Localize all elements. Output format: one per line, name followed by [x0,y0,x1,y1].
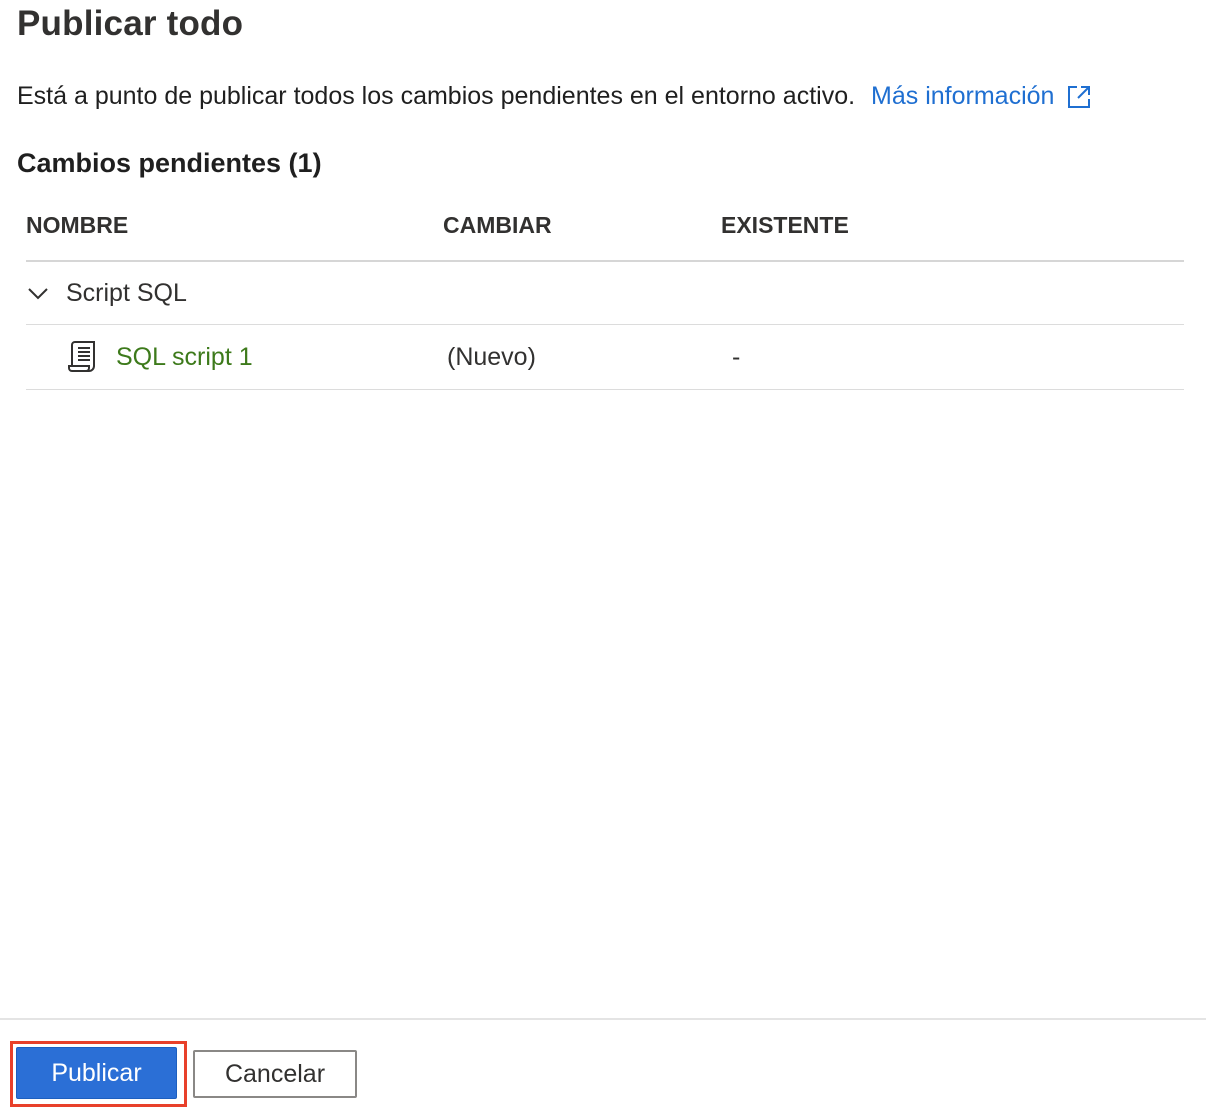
column-header-change: CAMBIAR [443,211,552,238]
group-row-sql-script[interactable]: Script SQL [26,262,1184,325]
footer-divider [0,1018,1206,1020]
table-row: SQL script 1 (Nuevo) - [26,325,1184,390]
item-name-cell: SQL script 1 [26,340,447,374]
item-name-link[interactable]: SQL script 1 [116,343,253,372]
item-existing-cell: - [732,342,741,371]
description: Está a punto de publicar todos los cambi… [17,82,1092,111]
chevron-down-icon[interactable] [26,285,66,301]
item-change-cell: (Nuevo) [447,342,536,371]
pending-changes-title: Cambios pendientes (1) [17,148,322,178]
column-header-existing: EXISTENTE [721,211,849,238]
panel-title: Publicar todo [17,4,244,43]
script-icon [66,340,116,374]
learn-more-link[interactable]: Más información [871,82,1092,111]
description-text: Está a punto de publicar todos los cambi… [17,82,856,110]
table-header: NOMBRE CAMBIAR EXISTENTE [26,190,1184,262]
column-header-name: NOMBRE [26,211,129,238]
group-label: Script SQL [66,278,187,307]
external-link-icon [1068,85,1091,108]
publish-all-panel: Publicar todo Está a punto de publicar t… [0,0,1206,1110]
cancel-button[interactable]: Cancelar [193,1050,357,1098]
pending-changes-table: NOMBRE CAMBIAR EXISTENTE Script SQL SQL … [26,190,1184,390]
publish-button[interactable]: Publicar [16,1047,177,1099]
learn-more-label: Más información [871,82,1055,110]
